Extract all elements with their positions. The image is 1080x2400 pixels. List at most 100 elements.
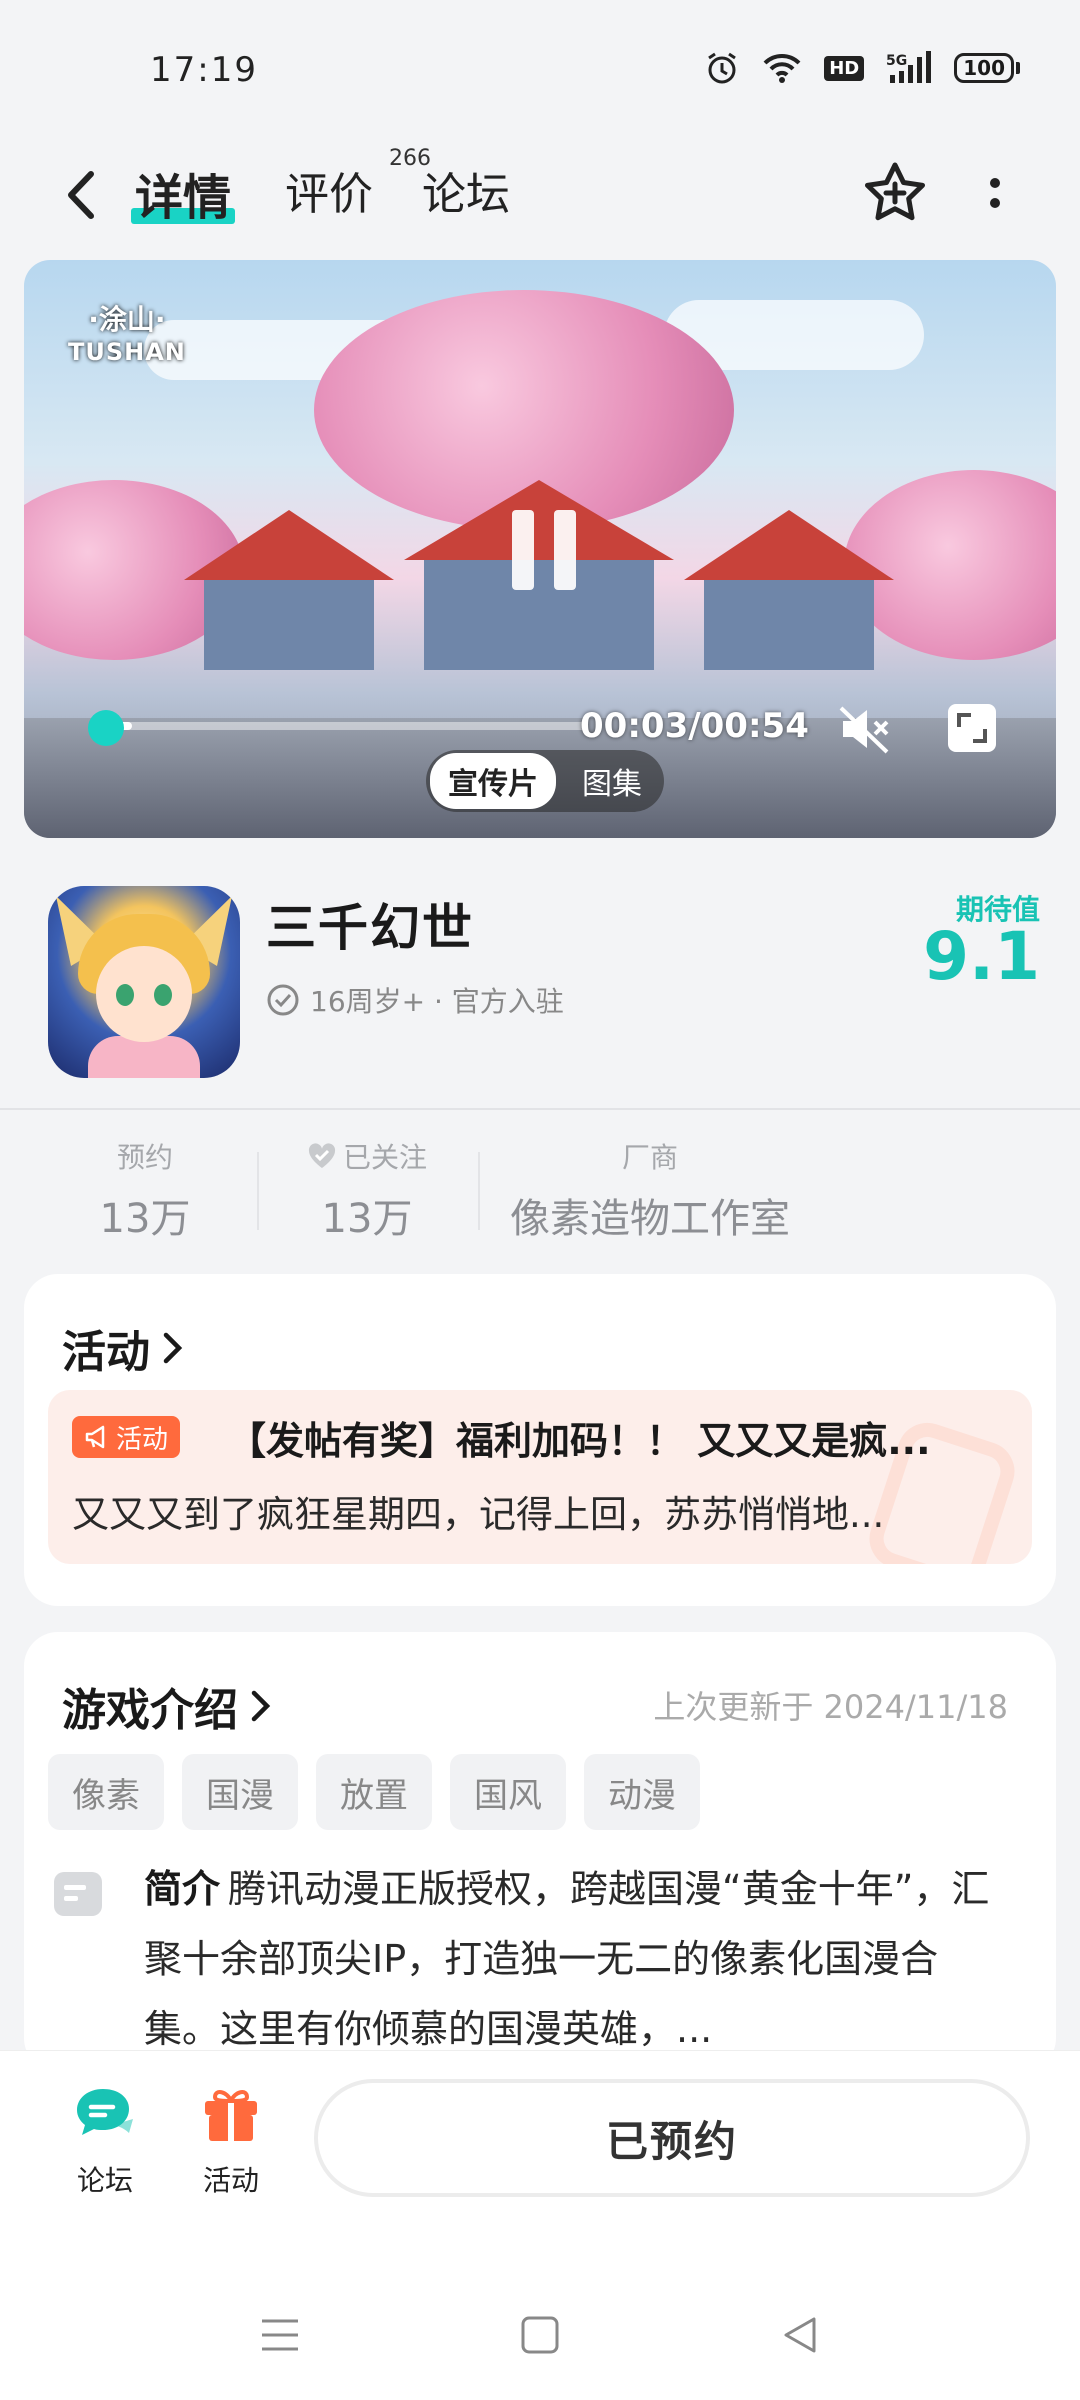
tushan-logo: ·涂山· TUSHAN bbox=[68, 298, 186, 366]
hd-indicator: HD bbox=[824, 55, 865, 81]
tag-list: 像素 国漫 放置 国风 动漫 bbox=[48, 1754, 700, 1830]
battery-level: 100 bbox=[954, 53, 1014, 83]
intro-text[interactable]: 简介 腾讯动漫正版授权，跨越国漫“黄金十年”，汇聚十余部顶尖IP，打造独一无二的像… bbox=[144, 1854, 1004, 2064]
activity-label: 活动 bbox=[202, 2164, 259, 2197]
video-progress-knob[interactable] bbox=[88, 710, 124, 746]
menu-nav-button[interactable] bbox=[250, 2310, 310, 2360]
stat-label: 厂商 bbox=[621, 1141, 678, 1174]
megaphone-icon bbox=[85, 1425, 105, 1449]
stat-separator bbox=[478, 1152, 480, 1230]
activity-section-title[interactable]: 活动 bbox=[62, 1316, 184, 1380]
status-bar: 17:19 HD 5G 100 bbox=[0, 0, 1080, 140]
tag-chip[interactable]: 放置 bbox=[316, 1754, 432, 1830]
svg-text:5G: 5G bbox=[886, 53, 907, 69]
status-time: 17:19 bbox=[150, 50, 258, 90]
heart-check-icon bbox=[308, 1143, 336, 1168]
intro-card: 游戏介绍 上次更新于 2024/11/18 像素 国漫 放置 国风 动漫 简介腾… bbox=[24, 1632, 1056, 2072]
battery-tip bbox=[1016, 62, 1020, 74]
more-dot-icon bbox=[990, 178, 1000, 188]
more-options-button[interactable] bbox=[975, 158, 1015, 228]
activity-title-text: 活动 bbox=[62, 1327, 150, 1378]
status-icons: HD 5G 100 bbox=[704, 50, 1020, 86]
home-square-icon bbox=[521, 2316, 559, 2354]
reserved-button[interactable]: 已预约 bbox=[314, 2079, 1030, 2197]
tag-chip[interactable]: 像素 bbox=[48, 1754, 164, 1830]
segment-gallery[interactable]: 图集 bbox=[564, 753, 660, 809]
system-nav-bar bbox=[0, 2270, 1080, 2400]
tab-forum[interactable]: 论坛 bbox=[422, 158, 510, 222]
stat-value: 13万 bbox=[321, 1196, 413, 1242]
last-updated: 上次更新于 2024/11/18 bbox=[653, 1688, 1008, 1726]
tab-detail-label: 详情 bbox=[135, 170, 232, 226]
forum-label: 论坛 bbox=[76, 2164, 133, 2197]
pause-bar-icon bbox=[512, 510, 534, 590]
stat-label-followed: 已关注 bbox=[282, 1136, 452, 1176]
video-progress-bar[interactable] bbox=[106, 722, 586, 730]
battery-indicator: 100 bbox=[954, 53, 1020, 83]
media-switch: 宣传片 图集 bbox=[426, 750, 664, 812]
tushan-logo-cn: ·涂山· bbox=[88, 303, 166, 336]
pause-bar-icon bbox=[554, 510, 576, 590]
menu-icon bbox=[262, 2319, 298, 2351]
stat-followers[interactable]: 已关注 13万 bbox=[282, 1136, 452, 1244]
back-nav-button[interactable] bbox=[770, 2310, 830, 2360]
intro-body: 腾讯动漫正版授权，跨越国漫“黄金十年”，汇聚十余部顶尖IP，打造独一无二的像素化… bbox=[144, 1867, 990, 2051]
wifi-icon bbox=[762, 52, 802, 84]
tag-chip[interactable]: 动漫 bbox=[584, 1754, 700, 1830]
tab-forum-label: 论坛 bbox=[422, 169, 510, 220]
game-meta-text: 16周岁+ · 官方入驻 bbox=[310, 985, 564, 1018]
mute-button[interactable] bbox=[834, 698, 896, 760]
fullscreen-button[interactable] bbox=[944, 700, 1000, 756]
verified-check-icon bbox=[267, 984, 299, 1016]
stat-value: 像素造物工作室 bbox=[510, 1196, 790, 1242]
tag-chip[interactable]: 国风 bbox=[450, 1754, 566, 1830]
stat-label: 预约 bbox=[116, 1141, 173, 1174]
activity-button[interactable]: 活动 bbox=[176, 2083, 286, 2199]
icon-face bbox=[96, 946, 192, 1042]
pause-button[interactable] bbox=[504, 510, 584, 600]
tab-review[interactable]: 评价 266 bbox=[285, 146, 431, 222]
game-title: 三千幻世 bbox=[266, 899, 474, 957]
stat-label: 已关注 bbox=[342, 1141, 427, 1174]
icon-body bbox=[88, 1036, 200, 1078]
intro-title-text: 游戏介绍 bbox=[62, 1685, 238, 1736]
chevron-right-icon bbox=[163, 1332, 183, 1364]
game-meta: 16周岁+ · 官方入驻 bbox=[266, 980, 564, 1020]
stat-developer[interactable]: 厂商 像素造物工作室 bbox=[500, 1136, 800, 1244]
header-nav: 详情 评价 266 论坛 bbox=[0, 140, 1080, 250]
fullscreen-icon bbox=[948, 704, 996, 752]
back-triangle-icon bbox=[784, 2317, 816, 2353]
icon-eye bbox=[116, 984, 134, 1006]
home-nav-button[interactable] bbox=[510, 2310, 570, 2360]
activity-post[interactable]: 活动 【发帖有奖】福利加码！！ 又又又是疯... 又又又到了疯狂星期四，记得上回… bbox=[48, 1390, 1032, 1564]
more-dot-icon bbox=[990, 198, 1000, 208]
tushan-logo-en: TUSHAN bbox=[68, 338, 186, 366]
intro-section-title[interactable]: 游戏介绍 bbox=[62, 1674, 272, 1738]
intro-label: 简介 bbox=[144, 1867, 221, 1911]
alarm-icon bbox=[704, 50, 740, 86]
scene-temple bbox=[204, 570, 374, 670]
scene-cherry-tree bbox=[844, 470, 1056, 660]
document-icon bbox=[54, 1872, 102, 1916]
icon-eye bbox=[154, 984, 172, 1006]
forum-button[interactable]: 论坛 bbox=[50, 2083, 160, 2199]
activity-tag-label: 活动 bbox=[116, 1424, 169, 1455]
tab-review-label: 评价 bbox=[285, 169, 373, 220]
divider bbox=[0, 1108, 1080, 1110]
back-button[interactable] bbox=[50, 160, 110, 230]
bottom-action-bar: 论坛 活动 已预约 bbox=[0, 2050, 1080, 2270]
chat-bubble-icon bbox=[73, 2083, 137, 2147]
stat-value: 13万 bbox=[99, 1196, 191, 1242]
star-plus-icon bbox=[865, 162, 925, 221]
tag-chip[interactable]: 国漫 bbox=[182, 1754, 298, 1830]
activity-tag: 活动 bbox=[72, 1416, 181, 1458]
chevron-right-icon bbox=[251, 1690, 271, 1722]
favorite-button[interactable] bbox=[858, 152, 932, 232]
video-player[interactable]: ·涂山· TUSHAN 00:03/00:54 宣传片 图集 bbox=[24, 260, 1056, 838]
gift-icon bbox=[199, 2083, 263, 2147]
segment-trailer[interactable]: 宣传片 bbox=[430, 753, 556, 809]
speaker-muted-icon bbox=[839, 706, 889, 754]
tab-detail[interactable]: 详情 bbox=[131, 158, 236, 228]
video-time: 00:03/00:54 bbox=[580, 706, 809, 746]
chevron-left-icon bbox=[68, 171, 94, 219]
